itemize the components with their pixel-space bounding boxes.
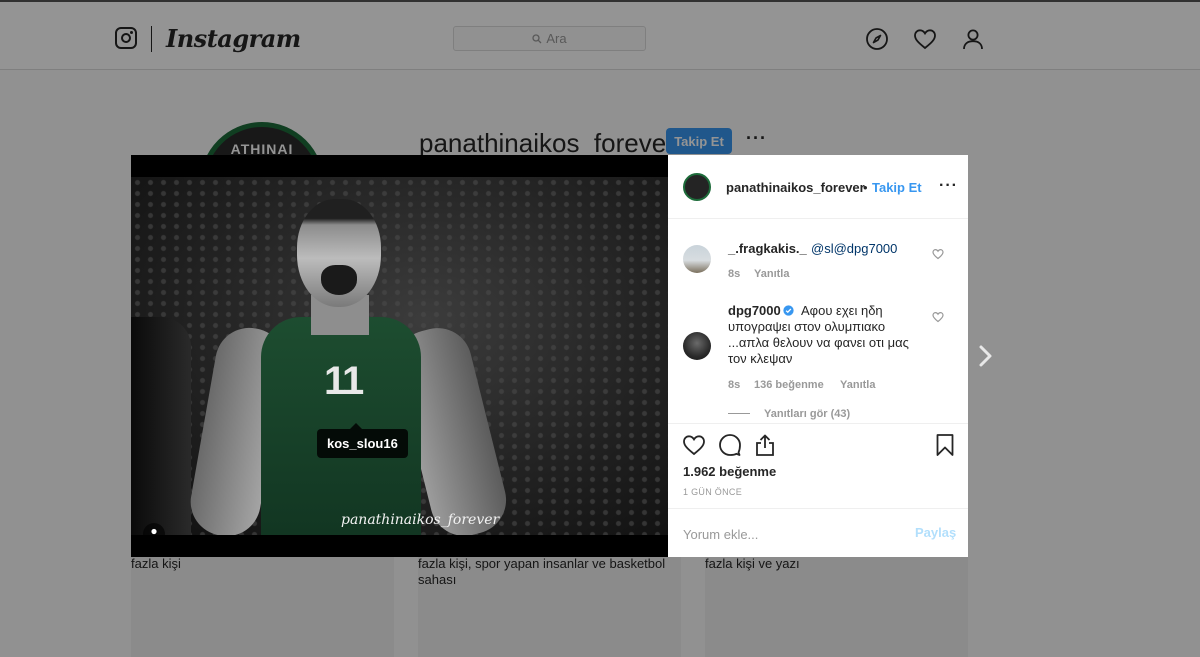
comment-reply-button[interactable]: Yanıtla — [754, 268, 789, 280]
photo-watermark: panathinaikos_forever — [341, 512, 500, 528]
view-replies-link[interactable]: Yanıtları gör (43) — [764, 408, 850, 420]
comment-time: 8s — [728, 379, 741, 391]
next-post-chevron-icon[interactable] — [976, 344, 996, 368]
replies-divider — [728, 413, 750, 414]
comment-username[interactable]: _.fragkakis._ — [728, 241, 807, 256]
comment-likes-count[interactable]: 136 beğenme — [754, 379, 824, 391]
bookmark-icon[interactable] — [933, 433, 957, 457]
photo-side-player — [131, 317, 191, 535]
comment-reply-button[interactable]: Yanıtla — [840, 379, 875, 391]
comment-text: @sl@dpg7000 — [811, 241, 897, 257]
comment-text-line-2: υπογραψει στον ολυμπιακο — [728, 319, 886, 334]
photo-player-mouth — [321, 265, 357, 295]
user-tag[interactable]: kos_slou16 — [317, 429, 408, 458]
verified-badge-icon — [783, 305, 794, 316]
share-upload-icon[interactable] — [753, 433, 777, 457]
comment-username[interactable]: dpg7000 — [728, 303, 794, 318]
comment-like-heart-icon[interactable] — [932, 310, 944, 323]
header-follow-button[interactable]: Takip Et — [872, 180, 922, 195]
comment-username-text: dpg7000 — [728, 303, 781, 318]
tagged-users-icon[interactable] — [143, 523, 165, 535]
comment-mention[interactable]: @sl@dpg7000 — [811, 241, 897, 256]
author-username[interactable]: panathinaikos_forever — [726, 180, 865, 195]
comment-text-line-4: τον κλεψαν — [728, 351, 793, 366]
header-separator: • — [863, 180, 868, 195]
post-more-options-icon[interactable]: ··· — [939, 177, 958, 195]
commenter-avatar[interactable] — [683, 245, 711, 273]
jersey-number: 11 — [324, 359, 364, 403]
post-timestamp[interactable]: 1 GÜN ÖNCE — [683, 487, 742, 497]
photo-player-jersey — [261, 317, 421, 535]
post-detail-panel: panathinaikos_forever • Takip Et ··· _.f… — [668, 155, 968, 557]
comment-text-line-3: ...απλα θελουν να φανει οτι μας — [728, 335, 909, 350]
commenter-avatar[interactable] — [683, 332, 711, 360]
comment-time: 8s — [728, 268, 741, 280]
comment-text-line-1: Αφου εχει ηδη — [801, 303, 883, 318]
likes-count[interactable]: 1.962 beğenme — [683, 464, 776, 479]
comment-like-heart-icon[interactable] — [932, 247, 944, 260]
actions-divider — [668, 423, 968, 424]
post-header: panathinaikos_forever • Takip Et ··· — [668, 155, 968, 219]
post-photo: 11 kos_slou16 panathinaikos_forever — [131, 177, 668, 535]
comment-input[interactable] — [683, 525, 903, 543]
post-media[interactable]: 11 kos_slou16 panathinaikos_forever — [131, 155, 668, 557]
like-heart-icon[interactable] — [682, 433, 706, 457]
comment-form: Paylaş — [668, 508, 968, 557]
post-comment-button[interactable]: Paylaş — [915, 525, 956, 540]
author-avatar[interactable] — [683, 173, 711, 201]
comment-bubble-icon[interactable] — [718, 433, 742, 457]
